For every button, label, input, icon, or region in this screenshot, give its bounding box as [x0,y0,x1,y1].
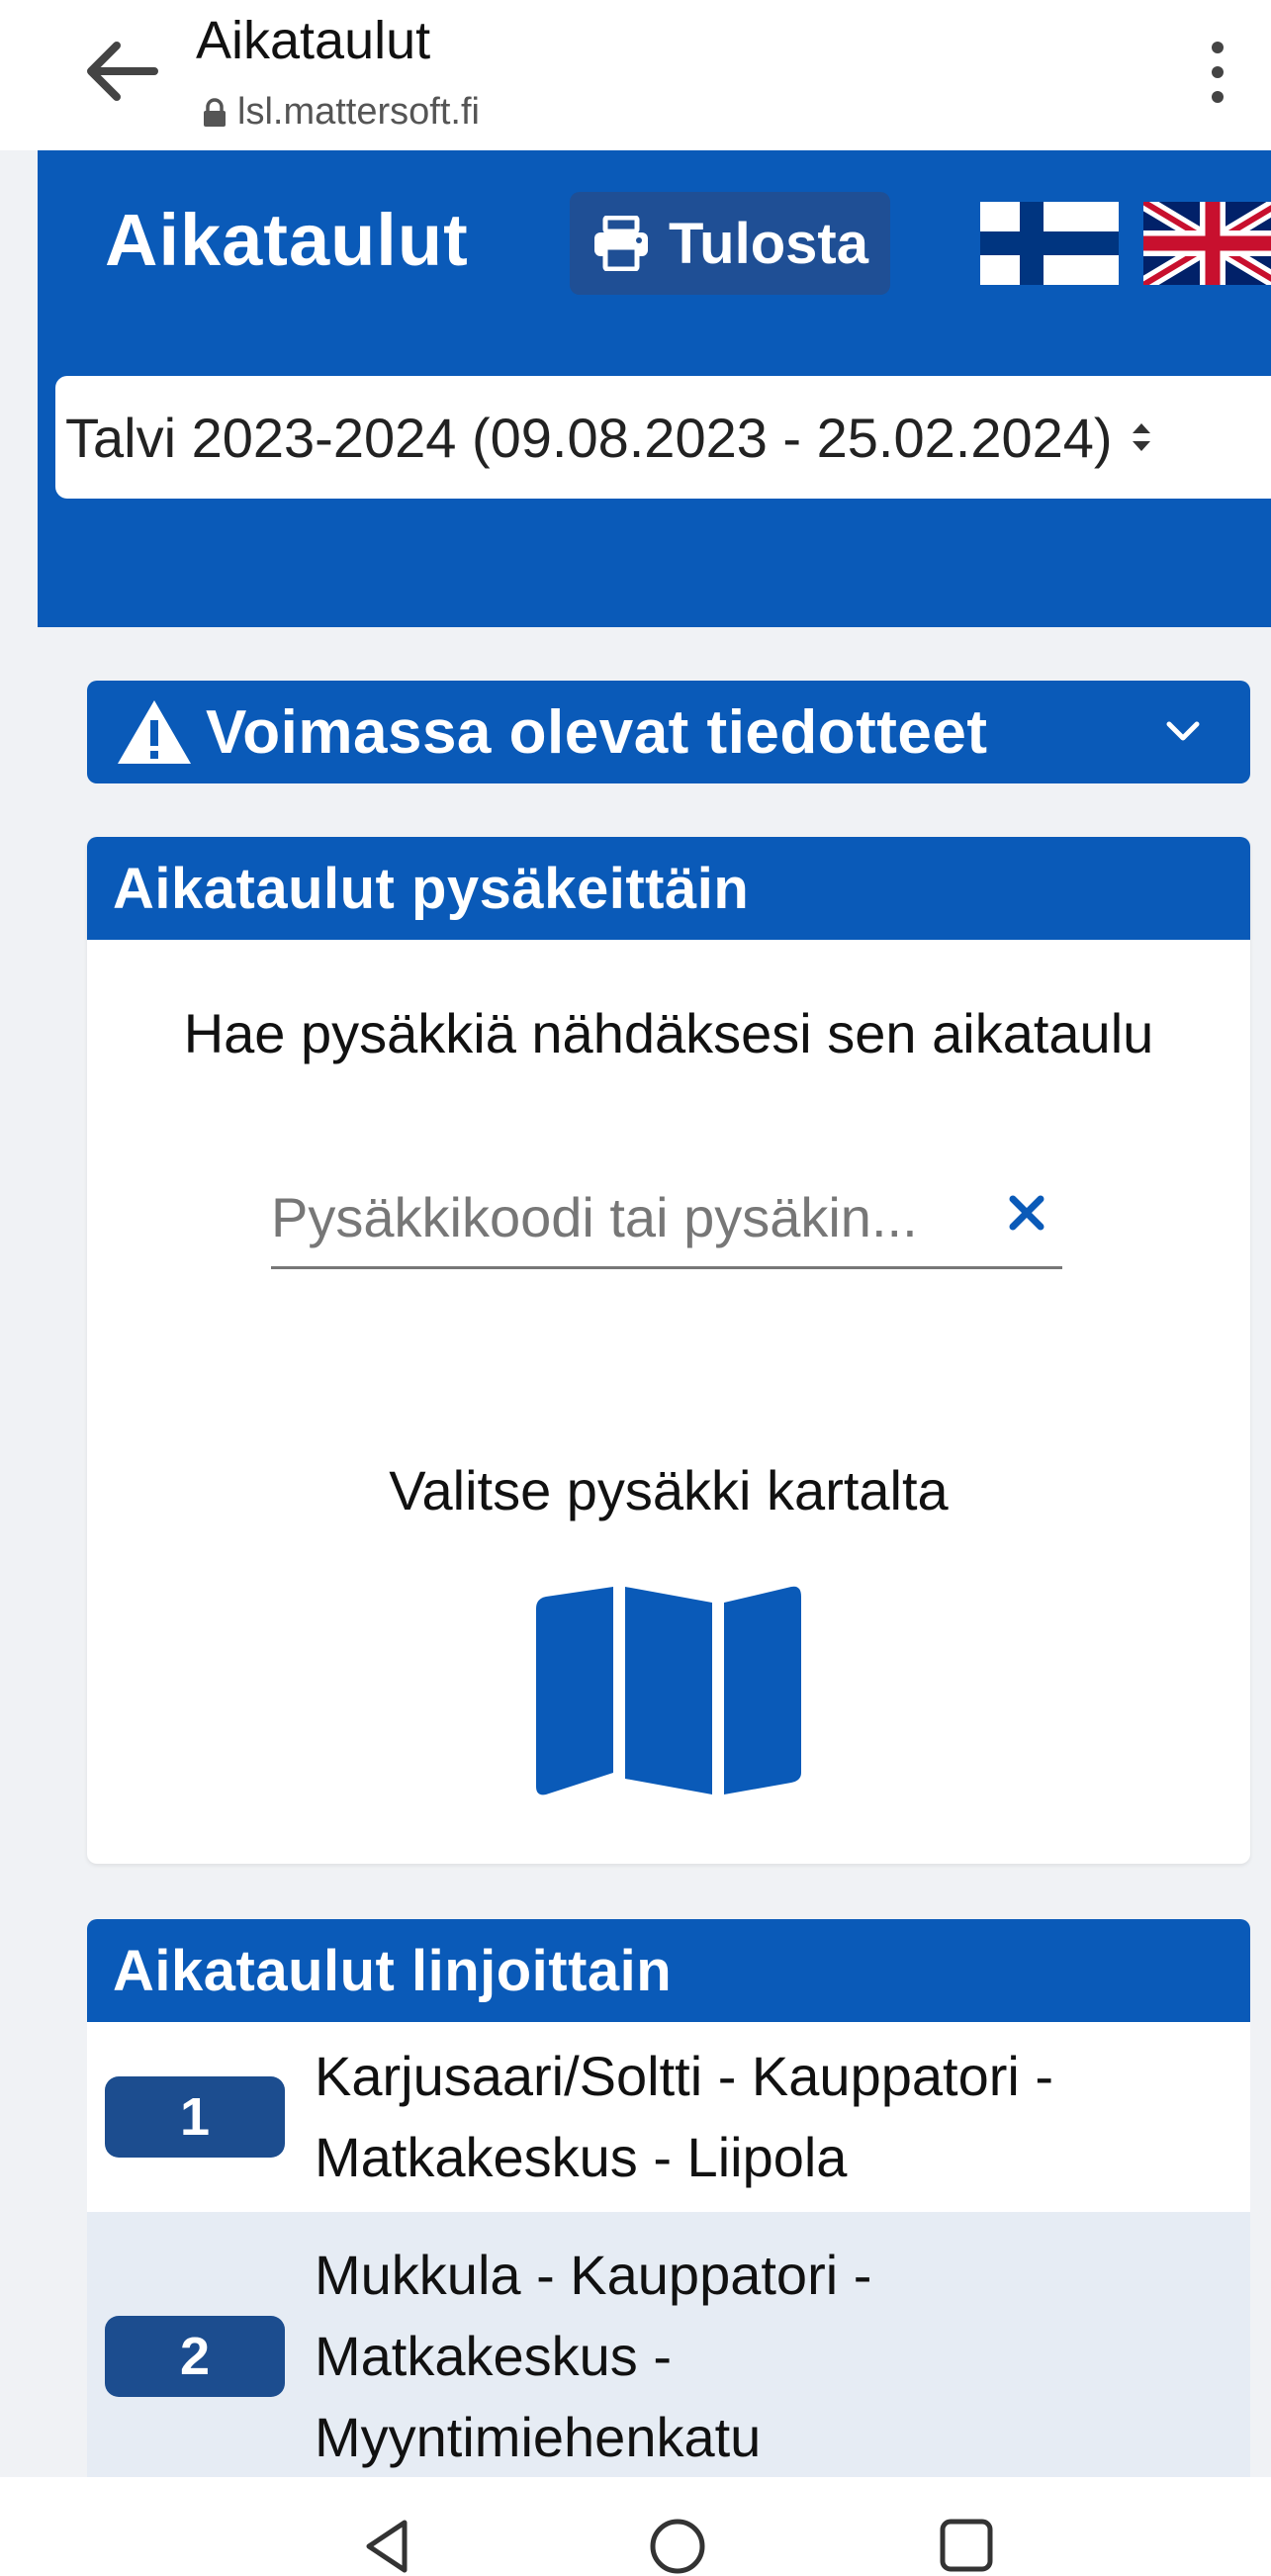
nav-recent-apps-icon[interactable] [938,2517,995,2574]
system-navigation-bar [0,2477,1271,2576]
notices-toggle[interactable]: Voimassa olevat tiedotteet [87,681,1250,783]
lines-header: Aikataulut linjoittain [87,1919,1250,2022]
chevron-down-icon [1166,721,1200,741]
page-content: Aikataulut Tulosta Talvi 2023-2024 (09.0… [38,150,1271,2477]
line-name: Karjusaari/Soltti - Kauppatori - Matkake… [315,2045,1054,2188]
nav-home-icon[interactable] [648,2517,707,2576]
line-number-badge: 2 [105,2316,285,2397]
page-title: Aikataulut [105,199,469,281]
line-row[interactable]: 1 Karjusaari/Soltti - Kauppatori - Matka… [87,2022,1250,2212]
line-row[interactable]: 2 Mukkula - Kauppatori - Matkakeskus - M… [87,2212,1250,2477]
line-number-badge: 1 [105,2076,285,2158]
browser-toolbar: Aikataulut lsl.mattersoft.fi [0,0,1271,150]
map-select-label: Valitse pysäkki kartalta [389,1459,949,1521]
kebab-menu-icon[interactable] [1204,38,1231,107]
print-button[interactable]: Tulosta [570,192,890,295]
stop-search-input[interactable] [271,1177,963,1256]
stop-search-field [271,1167,1062,1269]
url-text: lsl.mattersoft.fi [237,91,480,133]
arrow-left-icon[interactable] [77,36,160,107]
stop-instruction: Hae pysäkkiä nähdäksesi sen aikataulu [183,1002,1154,1064]
notices-title: Voimassa olevat tiedotteet [206,697,988,767]
hero-header: Aikataulut Tulosta Talvi 2023-2024 (09.0… [38,150,1271,627]
line-name: Mukkula - Kauppatori - Matkakeskus - Myy… [315,2244,872,2468]
nav-back-icon[interactable] [361,2517,412,2576]
lock-icon [204,97,226,127]
select-arrows-icon [1132,423,1150,451]
stop-search-card: Aikataulut pysäkeittäin Hae pysäkkiä näh… [87,837,1250,1864]
printer-icon [594,216,649,271]
map-icon[interactable] [532,1585,805,1796]
uk-flag-icon[interactable] [1143,202,1271,285]
stops-header: Aikataulut pysäkeittäin [87,837,1250,940]
season-value: Talvi 2023-2024 (09.08.2023 - 25.02.2024… [65,406,1113,469]
season-select[interactable]: Talvi 2023-2024 (09.08.2023 - 25.02.2024… [55,376,1271,499]
browser-page-title: Aikataulut [196,11,431,70]
warning-icon [118,700,191,764]
print-label: Tulosta [669,211,868,276]
lines-card: Aikataulut linjoittain 1 Karjusaari/Solt… [87,1919,1250,2477]
browser-url[interactable]: lsl.mattersoft.fi [202,91,480,134]
clear-icon[interactable] [1005,1191,1048,1235]
finnish-flag-icon[interactable] [980,202,1119,285]
